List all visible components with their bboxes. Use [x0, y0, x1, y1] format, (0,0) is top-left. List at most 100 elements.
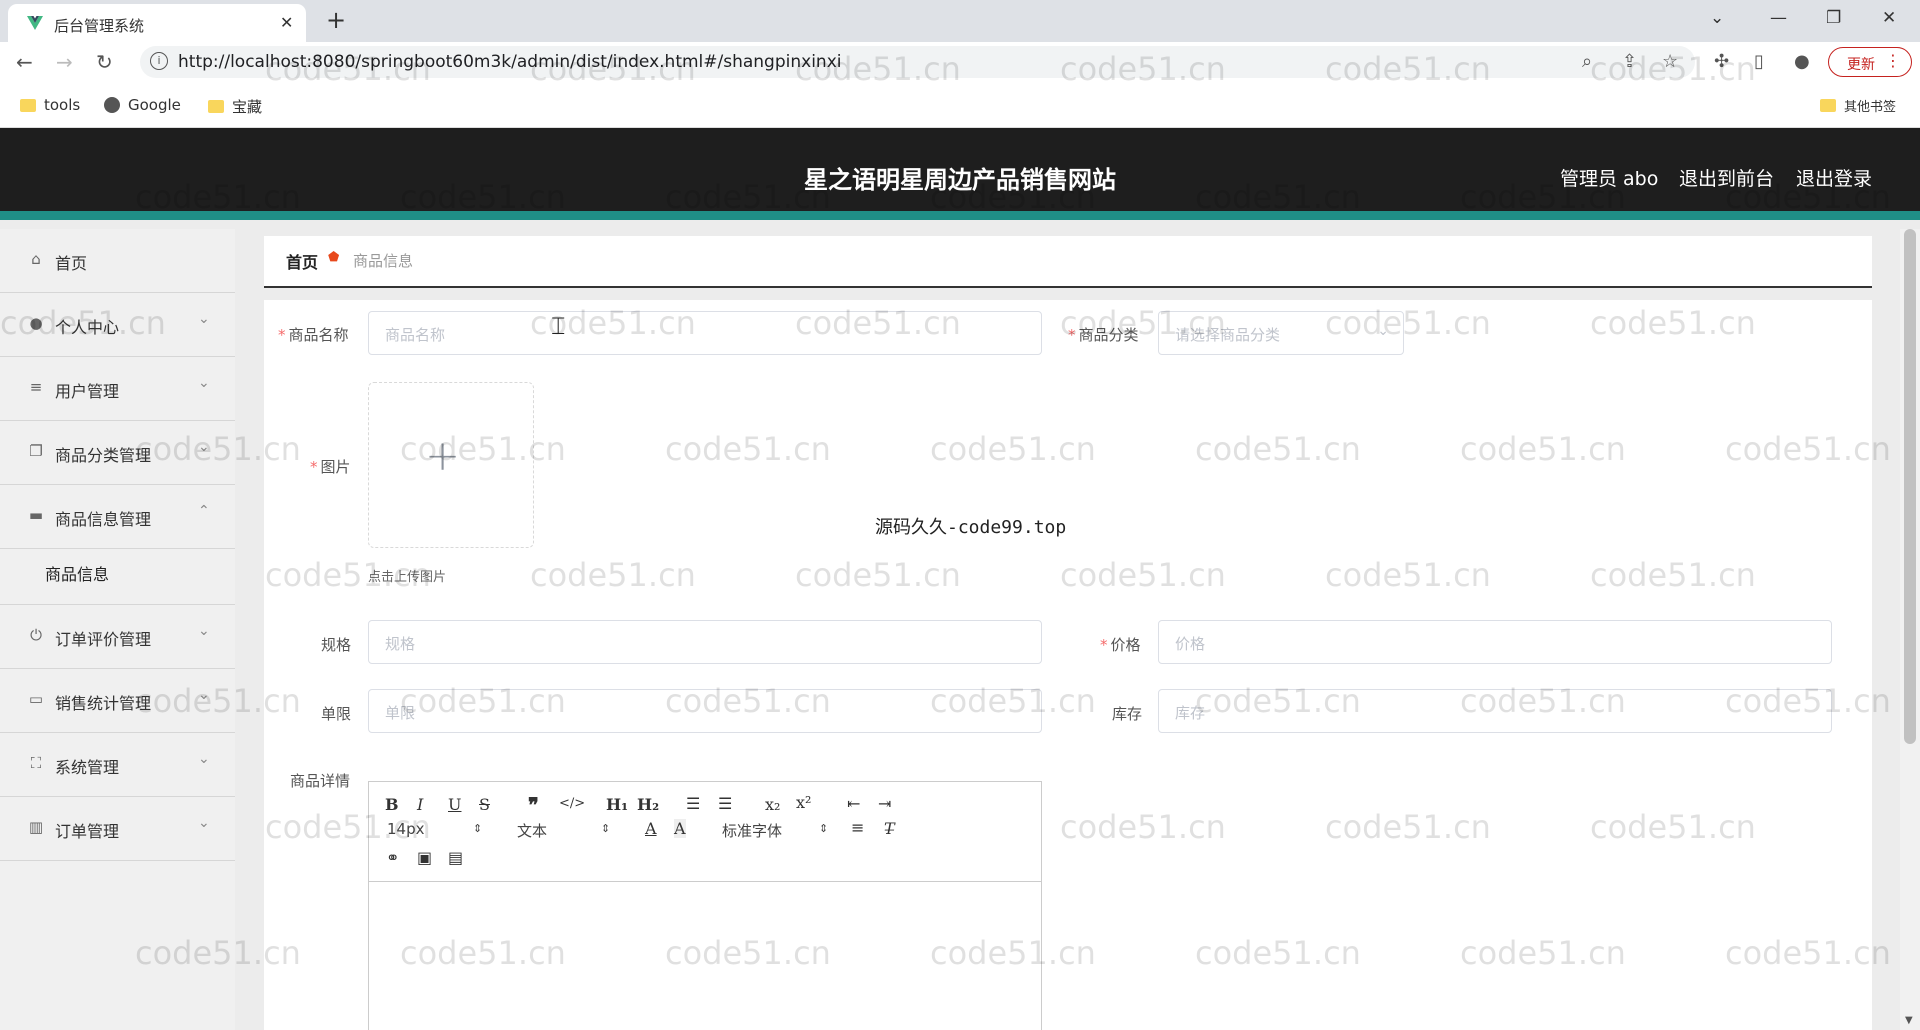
- briefcase-icon: ▬: [28, 506, 44, 524]
- breadcrumb-separator-icon: ⬟: [328, 250, 340, 265]
- sidebar-item-review[interactable]: ⏻ 订单评价管理 ⌄: [0, 605, 235, 669]
- bookmark-google[interactable]: Google: [104, 96, 181, 114]
- text-cursor-icon: ⌶: [551, 312, 566, 340]
- site-info-icon[interactable]: i: [150, 52, 168, 70]
- outdent-icon[interactable]: ⇤: [847, 794, 860, 813]
- restore-icon[interactable]: ❐: [1826, 8, 1841, 28]
- font-color-icon[interactable]: A: [645, 819, 657, 838]
- bookmark-other[interactable]: 其他书签: [1820, 96, 1896, 115]
- breadcrumb: 首页 ⬟ 商品信息: [264, 236, 1872, 288]
- sidebar-item-personal[interactable]: ● 个人中心 ⌄: [0, 293, 235, 357]
- image-icon[interactable]: ▣: [417, 848, 432, 867]
- underline-icon[interactable]: U: [448, 795, 461, 814]
- sidebar-item-label: 销售统计管理: [55, 694, 152, 713]
- list-icon: ≡: [29, 378, 43, 396]
- ordered-list-icon[interactable]: ☰: [686, 794, 700, 813]
- share-icon[interactable]: ⇪: [1622, 51, 1637, 72]
- url-text[interactable]: http://localhost:8080/springboot60m3k/ad…: [178, 52, 841, 72]
- subscript-icon[interactable]: x₂: [765, 795, 780, 814]
- address-bar[interactable]: i http://localhost:8080/springboot60m3k/…: [140, 46, 1695, 78]
- sidebar-item-category[interactable]: ❐ 商品分类管理 ⌄: [0, 421, 235, 485]
- sidebar-item-home[interactable]: ⌂ 首页: [0, 229, 235, 293]
- price-input[interactable]: 价格: [1158, 620, 1832, 664]
- admin-user: 管理员 abo: [1560, 168, 1659, 190]
- header-picker[interactable]: 文本: [517, 820, 547, 841]
- background-color-icon[interactable]: A: [674, 819, 686, 838]
- back-to-front-link[interactable]: 退出到前台: [1679, 164, 1774, 191]
- image-label: * 图片: [310, 458, 351, 476]
- scrollbar-thumb[interactable]: [1904, 229, 1916, 744]
- strike-icon[interactable]: S: [479, 795, 490, 814]
- video-icon[interactable]: ▤: [448, 848, 463, 867]
- star-icon[interactable]: ☆: [1662, 51, 1678, 72]
- bookmark-tools[interactable]: tools: [20, 96, 80, 114]
- code-icon[interactable]: </>: [559, 796, 585, 811]
- breadcrumb-home[interactable]: 首页: [286, 249, 318, 273]
- blockquote-icon[interactable]: ❞: [528, 793, 539, 817]
- reload-icon[interactable]: ↻: [96, 50, 113, 74]
- sidebar-item-system[interactable]: ⛶ 系统管理 ⌄: [0, 733, 235, 797]
- folder-icon: [208, 100, 224, 113]
- sidebar-item-users[interactable]: ≡ 用户管理 ⌄: [0, 357, 235, 421]
- close-tab-icon[interactable]: ✕: [280, 13, 293, 32]
- browser-tab[interactable]: 后台管理系统 ✕: [8, 4, 306, 42]
- close-window-icon[interactable]: ✕: [1882, 8, 1896, 28]
- sidebar-item-sales[interactable]: ▭ 销售统计管理 ⌄: [0, 669, 235, 733]
- new-tab-icon[interactable]: +: [326, 6, 346, 34]
- forward-icon[interactable]: →: [56, 50, 73, 74]
- italic-icon[interactable]: I: [417, 795, 423, 814]
- sidebar-item-label: 个人中心: [55, 318, 120, 337]
- chevron-down-icon: ⌄: [198, 311, 210, 327]
- bookmark-label: 其他书签: [1844, 100, 1897, 115]
- category-select[interactable]: 请选择商品分类 ⌄: [1158, 311, 1404, 355]
- chevron-up-icon: ⌃: [198, 503, 210, 519]
- update-label: 更新: [1847, 57, 1875, 73]
- sidebar-item-product[interactable]: ▬ 商品信息管理 ⌃: [0, 485, 235, 549]
- power-icon: ⏻: [30, 626, 42, 644]
- chevron-down-icon: ⌄: [1377, 323, 1389, 339]
- breadcrumb-current: 商品信息: [353, 252, 414, 270]
- bullet-list-icon[interactable]: ☰: [718, 794, 732, 813]
- clear-format-icon[interactable]: T̶: [884, 819, 895, 838]
- vue-logo-icon: [27, 16, 43, 30]
- bookmark-label: Google: [128, 96, 181, 114]
- browser-toolbar: ← → ↻ i http://localhost:8080/springboot…: [0, 42, 1920, 82]
- bookmark-treasure[interactable]: 宝藏: [208, 96, 262, 117]
- update-button[interactable]: 更新 ⋮: [1828, 47, 1912, 77]
- profile-icon[interactable]: ●: [1794, 51, 1810, 72]
- editor-content[interactable]: [369, 883, 1041, 1030]
- font-picker[interactable]: 标准字体: [722, 820, 782, 841]
- tab-search-icon[interactable]: ⌄: [1710, 8, 1724, 28]
- chart-icon: ▥: [28, 818, 44, 836]
- size-picker[interactable]: 14px: [387, 820, 425, 838]
- minimize-icon[interactable]: —: [1770, 8, 1787, 28]
- sidepanel-icon[interactable]: ▯: [1754, 51, 1764, 72]
- align-icon[interactable]: ≡: [851, 818, 864, 837]
- superscript-icon[interactable]: x²: [796, 793, 811, 812]
- product-form: * 商品名称 商品名称 * 商品分类 请选择商品分类 ⌄ * 图片 + 点击上传图片 …: [264, 300, 1872, 1030]
- submenu-item-product-info[interactable]: 商品信息: [0, 549, 235, 605]
- page-scrollbar[interactable]: ▼: [1900, 229, 1920, 1030]
- indent-icon[interactable]: ⇥: [878, 794, 891, 813]
- header2-icon[interactable]: H₂: [637, 795, 659, 814]
- limit-label: 单限: [321, 705, 352, 723]
- price-placeholder: 价格: [1175, 635, 1206, 653]
- chevron-down-icon: ⌄: [198, 815, 210, 831]
- bookmark-label: 宝藏: [232, 98, 263, 116]
- logout-link[interactable]: 退出登录: [1796, 164, 1872, 191]
- limit-input[interactable]: 单限: [368, 689, 1042, 733]
- header1-icon[interactable]: H₁: [606, 795, 628, 814]
- scroll-down-icon[interactable]: ▼: [1905, 1015, 1913, 1026]
- stock-input[interactable]: 库存: [1158, 689, 1832, 733]
- image-uploader[interactable]: +: [368, 382, 534, 548]
- extensions-icon[interactable]: ✣: [1714, 51, 1729, 72]
- back-icon[interactable]: ←: [16, 50, 33, 74]
- link-icon[interactable]: ⚭: [386, 848, 399, 867]
- name-input[interactable]: 商品名称: [368, 311, 1042, 355]
- spec-input[interactable]: 规格: [368, 620, 1042, 664]
- bold-icon[interactable]: B: [385, 795, 399, 814]
- zoom-icon[interactable]: ⌕: [1582, 51, 1592, 72]
- home-icon: ⌂: [31, 250, 41, 268]
- size-picker-arrow-icon: ⇕: [473, 822, 483, 835]
- sidebar-item-orders[interactable]: ▥ 订单管理 ⌄: [0, 797, 235, 861]
